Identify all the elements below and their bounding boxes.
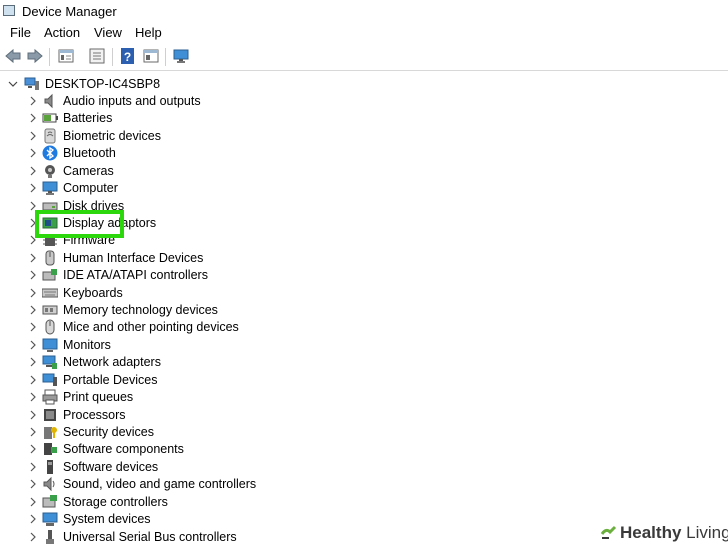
- tree-item-label: Print queues: [63, 390, 134, 404]
- chevron-right-icon[interactable]: [28, 322, 38, 332]
- device-manager-app-icon: [3, 5, 15, 16]
- network-adapter-icon: [42, 355, 57, 369]
- tree-item-label: Universal Serial Bus controllers: [63, 530, 237, 544]
- chevron-right-icon[interactable]: [28, 392, 38, 402]
- computer-root-icon: [24, 77, 39, 90]
- toolbar: ?: [0, 44, 728, 71]
- chevron-right-icon[interactable]: [28, 340, 38, 350]
- tree-item-label: Software devices: [63, 460, 159, 474]
- menu-view[interactable]: View: [94, 25, 122, 40]
- toolbar-separator: [112, 48, 113, 66]
- memory-icon: [42, 305, 58, 315]
- computer-icon: [42, 181, 58, 195]
- tree-item-label: Bluetooth: [63, 146, 116, 160]
- chevron-down-icon[interactable]: [8, 79, 18, 89]
- menu-action[interactable]: Action: [44, 25, 80, 40]
- camera-icon: [45, 165, 55, 178]
- chevron-right-icon[interactable]: [28, 497, 38, 507]
- tree-item-label: Monitors: [63, 338, 111, 352]
- hid-icon: [45, 250, 55, 266]
- chevron-right-icon[interactable]: [28, 166, 38, 176]
- bluetooth-highlight-box: [35, 210, 124, 238]
- tree-item-label: Sound, video and game controllers: [63, 477, 257, 491]
- battery-icon: [42, 113, 58, 123]
- help-icon[interactable]: ?: [119, 47, 137, 65]
- scan-monitor-icon[interactable]: [172, 47, 190, 65]
- keyboard-icon: [42, 288, 58, 298]
- security-device-icon: [44, 427, 57, 439]
- tree-item-label: Memory technology devices: [63, 303, 218, 317]
- tree-item-label: Network adapters: [63, 355, 161, 369]
- watermark: Healthy Living: [598, 521, 728, 546]
- tree-item-label: Software components: [63, 442, 184, 456]
- storage-controller-icon: [42, 495, 57, 508]
- tree-item-label: Storage controllers: [63, 495, 168, 509]
- chevron-right-icon[interactable]: [28, 253, 38, 263]
- chevron-right-icon[interactable]: [28, 113, 38, 123]
- chevron-right-icon[interactable]: [28, 270, 38, 280]
- chevron-right-icon[interactable]: [28, 148, 38, 158]
- tree-item-label: IDE ATA/ATAPI controllers: [63, 268, 208, 282]
- tree-item-label: Mice and other pointing devices: [63, 320, 239, 334]
- menu-bar: File Action View Help: [0, 23, 728, 43]
- tree-item-label: Audio inputs and outputs: [63, 94, 201, 108]
- tree-item-label: Processors: [63, 408, 126, 422]
- tree-item-label: Batteries: [63, 111, 113, 125]
- biometric-icon: [44, 128, 56, 144]
- chevron-right-icon[interactable]: [28, 444, 38, 454]
- back-icon[interactable]: [4, 47, 22, 65]
- chevron-right-icon[interactable]: [28, 462, 38, 472]
- chevron-right-icon[interactable]: [28, 305, 38, 315]
- system-device-icon: [42, 512, 58, 526]
- svg-text:?: ?: [124, 50, 131, 64]
- ide-controller-icon: [42, 269, 57, 281]
- menu-help[interactable]: Help: [135, 25, 162, 40]
- bluetooth-icon: [42, 145, 58, 161]
- software-device-icon: [47, 460, 53, 474]
- chevron-right-icon[interactable]: [28, 96, 38, 106]
- tree-root-label: DESKTOP-IC4SBP8: [45, 77, 161, 91]
- tree-item-label: Biometric devices: [63, 129, 161, 143]
- chevron-right-icon[interactable]: [28, 514, 38, 524]
- tree-item-label: Security devices: [63, 425, 155, 439]
- title-bar: Device Manager: [0, 0, 728, 23]
- chevron-right-icon[interactable]: [28, 410, 38, 420]
- processor-icon: [44, 409, 56, 421]
- list-icon[interactable]: [88, 47, 106, 65]
- speaker-icon: [44, 93, 53, 109]
- portable-device-icon: [42, 373, 57, 386]
- view-icon[interactable]: [142, 47, 160, 65]
- forward-icon[interactable]: [26, 47, 44, 65]
- printer-icon: [42, 389, 58, 405]
- device-tree: DESKTOP-IC4SBP8 Audio inputs and outputs…: [0, 71, 728, 546]
- chevron-right-icon[interactable]: [28, 131, 38, 141]
- toolbar-separator: [165, 48, 166, 66]
- chevron-right-icon[interactable]: [28, 532, 38, 542]
- chevron-right-icon[interactable]: [28, 427, 38, 437]
- tree-item-label: Portable Devices: [63, 373, 158, 387]
- tree-item-label: Cameras: [63, 164, 114, 178]
- tree-item-label: Computer: [63, 181, 118, 195]
- chevron-right-icon[interactable]: [28, 357, 38, 367]
- monitor-icon: [42, 338, 58, 352]
- watermark-logo-icon: [600, 525, 617, 539]
- window-title: Device Manager: [22, 4, 117, 19]
- chevron-right-icon[interactable]: [28, 375, 38, 385]
- usb-icon: [46, 530, 54, 544]
- chevron-right-icon[interactable]: [28, 479, 38, 489]
- toolbar-separator: [49, 48, 50, 66]
- chevron-right-icon[interactable]: [28, 288, 38, 298]
- tree-item-label: Human Interface Devices: [63, 251, 204, 265]
- software-component-icon: [44, 443, 57, 455]
- sound-controller-icon: [43, 476, 55, 492]
- mouse-icon: [45, 319, 55, 335]
- watermark-text: Healthy Living: [620, 523, 728, 542]
- chevron-right-icon[interactable]: [28, 183, 38, 193]
- tree-item-label: Keyboards: [63, 286, 123, 300]
- properties-icon[interactable]: [57, 47, 75, 65]
- menu-file[interactable]: File: [10, 25, 31, 40]
- tree-item-label: System devices: [63, 512, 151, 526]
